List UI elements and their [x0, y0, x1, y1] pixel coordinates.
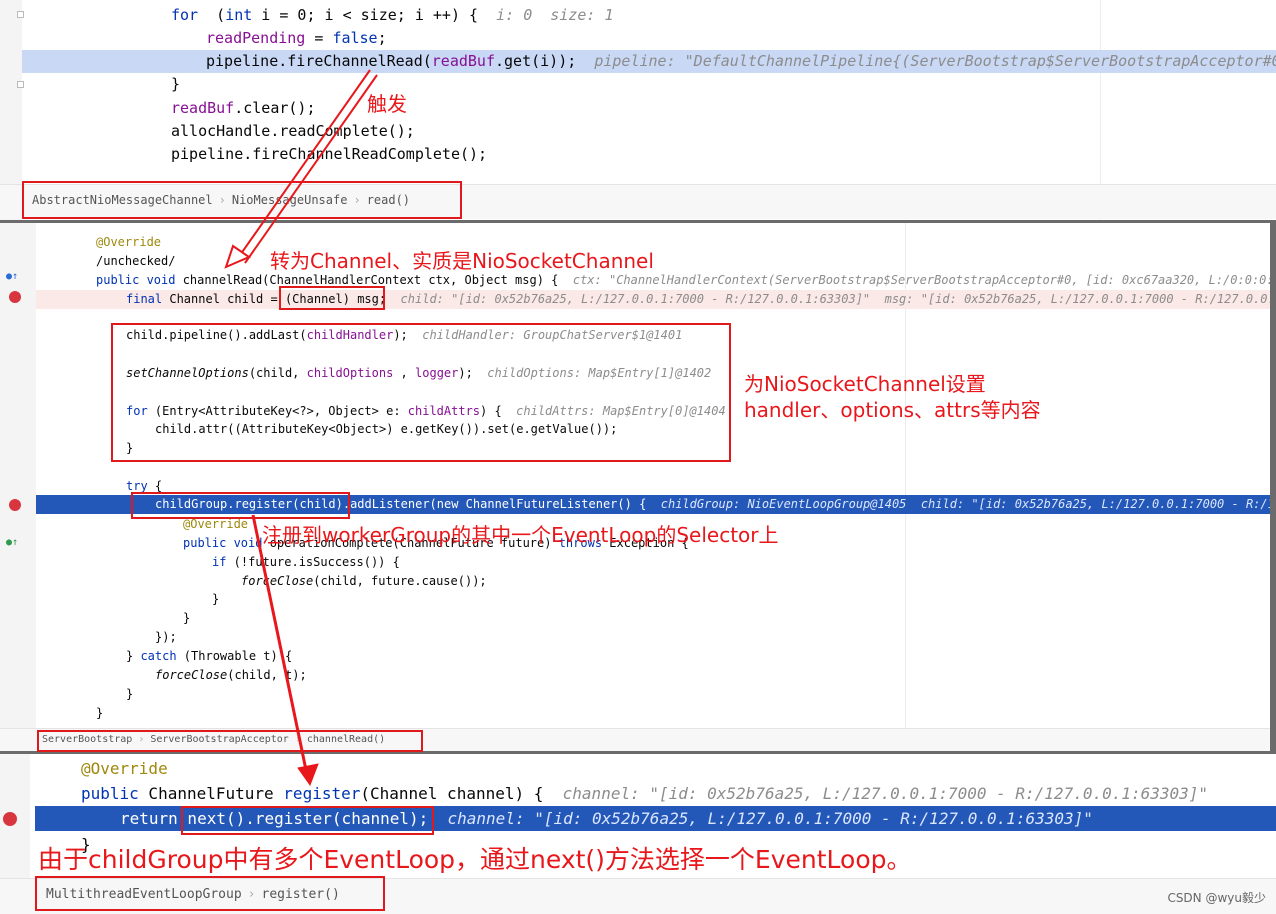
code-token: (child, future.cause());	[313, 574, 487, 588]
code-line[interactable]: public ChannelFuture register(Channel ch…	[0, 781, 1276, 806]
code-token: @Override	[183, 517, 249, 531]
code-token: int	[225, 6, 253, 24]
code-token: =	[305, 29, 333, 47]
code-token: pipeline.fireChannelRead(	[206, 52, 432, 70]
code-token: }	[126, 687, 134, 701]
code-token: public void	[183, 536, 263, 550]
note-setup-1: 为NioSocketChannel设置	[744, 372, 986, 396]
code-line[interactable]: @Override	[0, 756, 1276, 781]
code-token: });	[155, 630, 177, 644]
code-token: forceClose	[155, 668, 228, 682]
code-line[interactable]: }	[0, 73, 1276, 96]
code-token: for	[171, 6, 199, 24]
debug-value-hint: channel: "[id: 0x52b76a25, L:/127.0.0.1:…	[447, 809, 1093, 828]
code-token: }	[212, 592, 220, 606]
code-token: {	[147, 479, 163, 493]
code-line[interactable]: pipeline.fireChannelReadComplete();	[0, 143, 1276, 166]
code-token: if	[212, 555, 227, 569]
debug-value-hint: pipeline: "DefaultChannelPipeline{(Serve…	[594, 52, 1276, 70]
code-token: }	[126, 649, 141, 663]
code-token: }	[96, 706, 104, 720]
breakpoint-icon[interactable]	[9, 499, 21, 511]
code-token: @Override	[96, 235, 162, 249]
breakpoint-icon[interactable]	[9, 291, 21, 303]
code-token: public void	[96, 273, 176, 287]
code-token: .clear();	[234, 99, 316, 117]
breakpoint-icon[interactable]	[3, 812, 17, 826]
code-token: catch	[140, 649, 177, 663]
code-token: /unchecked/	[96, 254, 176, 268]
code-token: forceClose	[241, 574, 314, 588]
code-token: final	[126, 292, 163, 306]
box-child-setup	[111, 323, 731, 462]
debug-value-hint: ctx: "ChannelHandlerContext(ServerBootst…	[572, 273, 1270, 287]
code-token: (child, t);	[227, 668, 307, 682]
code-token: i = 0; i < size; i ++) {	[252, 6, 497, 24]
code-line[interactable]: }	[0, 685, 1270, 704]
note-register: 注册到workerGroup的其中一个EventLoop的Selector上	[262, 523, 779, 547]
watermark: CSDN @wyu毅少	[1167, 891, 1266, 905]
code-token: return	[120, 809, 178, 828]
code-line[interactable]: });	[0, 628, 1270, 647]
note-next: 由于childGroup中有多个EventLoop，通过next()方法选择一个…	[38, 845, 912, 874]
code-line[interactable]: for (int i = 0; i < size; i ++) { i: 0 s…	[0, 4, 1276, 27]
note-trigger: 触发	[367, 92, 407, 116]
code-line[interactable]: } catch (Throwable t) {	[0, 647, 1270, 666]
code-token: try	[126, 479, 148, 493]
code-line[interactable]: }	[0, 704, 1270, 723]
box-child-group-register	[131, 492, 350, 519]
code-token: readPending	[206, 29, 306, 47]
debug-value-hint: i: 0 size: 1	[496, 6, 614, 24]
code-token: allocHandle.readComplete();	[171, 122, 415, 140]
debug-value-hint: channel: "[id: 0x52b76a25, L:/127.0.0.1:…	[562, 784, 1209, 803]
code-token: ;	[377, 29, 387, 47]
note-setup-2: handler、options、attrs等内容	[744, 398, 1041, 422]
code-token: }	[171, 75, 181, 93]
code-line[interactable]: pipeline.fireChannelRead(readBuf.get(i))…	[22, 50, 1276, 73]
box-fire-channel-read	[22, 181, 462, 219]
code-token: ChannelFutureListener() {	[458, 497, 661, 511]
code-token: ChannelFuture	[138, 784, 284, 803]
code-line[interactable]: if (!future.isSuccess()) {	[0, 553, 1270, 572]
code-token: (	[198, 6, 226, 24]
code-token: @Override	[81, 759, 168, 778]
code-line[interactable]: }	[0, 609, 1270, 628]
box-next-register	[181, 806, 434, 835]
code-token: public	[81, 784, 139, 803]
box-breadcrumb-channel-read	[37, 730, 423, 752]
code-line[interactable]: allocHandle.readComplete();	[0, 120, 1276, 143]
code-token: .get(i));	[495, 52, 595, 70]
note-cast: 转为Channel、实质是NioSocketChannel	[270, 249, 654, 273]
code-line[interactable]: }	[0, 590, 1270, 609]
code-token: register	[283, 784, 361, 803]
code-line[interactable]: final Channel child = (Channel) msg; chi…	[36, 290, 1270, 309]
box-breadcrumb-register	[35, 876, 385, 911]
code-line[interactable]: forceClose(child, t);	[0, 666, 1270, 685]
debug-value-hint: child: "[id: 0x52b76a25, L:/127.0.0.1:70…	[400, 292, 1270, 306]
code-token: pipeline.fireChannelReadComplete();	[171, 145, 488, 163]
code-token: channelRead(ChannelHandlerContext ctx, O…	[175, 273, 573, 287]
code-line[interactable]: readPending = false;	[0, 27, 1276, 50]
code-token: (Channel channel) {	[360, 784, 563, 803]
code-token: (!future.isSuccess()) {	[226, 555, 400, 569]
code-line[interactable]: readBuf.clear();	[0, 97, 1276, 120]
code-token: false	[332, 29, 378, 47]
code-token: readBuf	[431, 52, 495, 70]
code-token: readBuf	[171, 99, 235, 117]
code-token: new	[436, 497, 459, 511]
code-panel-channel-read: ●↑ ●↑ @Override/unchecked/public void ch…	[0, 223, 1270, 751]
code-line[interactable]: forceClose(child, future.cause());	[0, 572, 1270, 591]
debug-value-hint: childGroup: NioEventLoopGroup@1405 child…	[660, 497, 1270, 511]
code-token: (Throwable t) {	[176, 649, 293, 663]
box-channel-cast	[279, 286, 385, 310]
code-token: }	[183, 611, 191, 625]
